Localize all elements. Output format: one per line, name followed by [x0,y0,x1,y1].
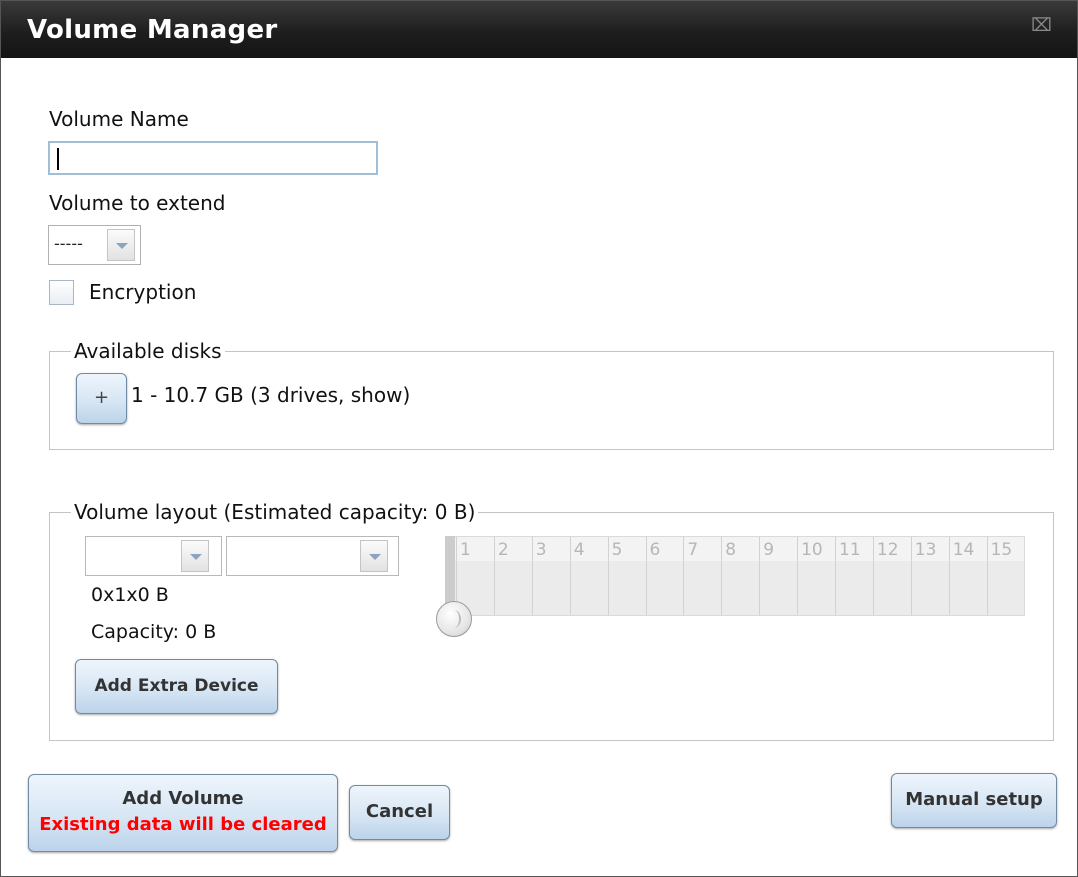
disk-grid-column-number: 11 [839,540,861,560]
volume-manager-dialog: Volume Manager ⌧ Volume Name Volume to e… [0,0,1078,877]
disk-grid-column[interactable]: 5 [607,537,646,615]
disk-grid-column[interactable]: 12 [872,537,911,615]
cancel-button[interactable]: Cancel [349,785,450,840]
expand-disks-button[interactable]: + [76,373,127,424]
volume-extend-dropdown-button[interactable] [107,229,135,261]
dialog-title: Volume Manager [27,15,278,45]
layout-geometry-text: 0x1x0 B [91,584,169,606]
disk-grid-column-number: 12 [876,540,899,560]
disk-grid-column[interactable]: 14 [948,537,987,615]
disk-grid-column-number: 14 [952,540,975,560]
encryption-checkbox[interactable] [49,280,74,305]
disk-grid-column[interactable]: 7 [683,537,721,615]
slider-knob-icon[interactable] [436,601,472,637]
chevron-down-icon [190,554,202,560]
disk-summary[interactable]: 1 - 10.7 GB (3 drives, show) [131,383,410,407]
disk-grid-column[interactable]: 11 [835,537,873,615]
disk-grid-column[interactable]: 3 [531,537,570,615]
disk-grid-column-number: 15 [990,540,1013,560]
disk-grid-column[interactable]: 13 [910,537,949,615]
disk-grid-column-number: 5 [611,540,623,560]
disk-grid-column-number: 2 [497,540,509,560]
layout-size-select[interactable] [226,536,399,576]
disk-grid-column-number: 1 [460,540,471,560]
layout-type-dropdown-button[interactable] [181,540,209,572]
disk-grid-column-number: 8 [725,540,737,560]
chevron-down-icon [116,243,128,249]
disk-grid-column[interactable]: 10 [797,537,835,615]
disk-grid-column[interactable]: 8 [721,537,759,615]
disk-grid-column-number: 10 [801,540,823,560]
close-icon[interactable]: ⌧ [1031,17,1052,35]
chevron-down-icon [369,554,381,560]
text-caret [57,148,59,170]
disk-grid-column-number: 7 [687,540,699,560]
available-disks-legend: Available disks [71,339,225,363]
disk-grid-column-number: 6 [649,540,661,560]
volume-extend-label: Volume to extend [49,191,226,215]
disk-grid-column[interactable]: 2 [493,537,532,615]
layout-capacity-text: Capacity: 0 B [91,621,217,643]
disk-grid-column-number: 9 [763,540,775,560]
disk-layout-grid[interactable]: 1 2 3 4 5 6 7 8 9 10 11 12 13 14 15 [445,536,1025,616]
add-volume-warning: Existing data will be cleared [39,814,327,835]
title-bar[interactable]: Volume Manager ⌧ [1,1,1077,58]
volume-name-input[interactable] [48,141,378,175]
volume-extend-value: ----- [54,234,83,253]
layout-type-select[interactable] [85,536,222,576]
encryption-label: Encryption [89,280,197,304]
add-volume-label: Add Volume [122,788,244,809]
layout-size-dropdown-button[interactable] [360,540,388,572]
disk-grid-column[interactable]: 4 [569,537,608,615]
manual-setup-button[interactable]: Manual setup [891,773,1057,828]
add-extra-device-button[interactable]: Add Extra Device [75,659,278,714]
disk-grid-column[interactable]: 6 [645,537,684,615]
volume-name-label: Volume Name [49,107,189,131]
disk-grid-column-number: 13 [914,540,937,560]
disk-grid-column[interactable]: 15 [986,537,1025,615]
disk-grid-column[interactable]: 9 [759,537,797,615]
disk-grid-column-number: 4 [573,540,585,560]
volume-layout-legend: Volume layout (Estimated capacity: 0 B) [71,500,479,524]
volume-extend-select[interactable]: ----- [48,225,141,265]
disk-grid-column-number: 3 [535,540,547,560]
add-volume-button[interactable]: Add Volume Existing data will be cleared [28,774,338,852]
